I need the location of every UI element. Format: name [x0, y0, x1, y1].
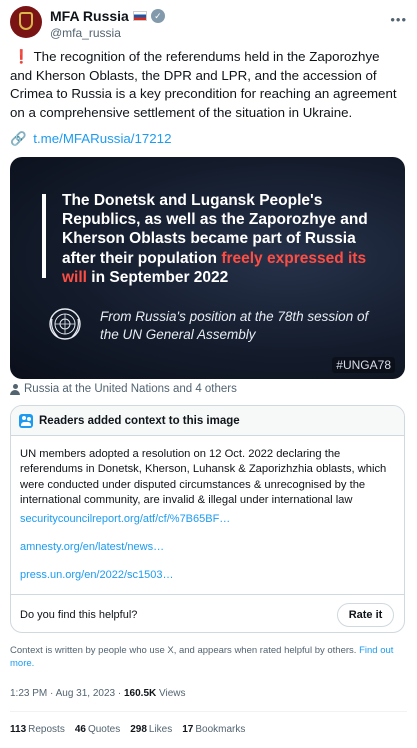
headline-end: in September 2022	[86, 268, 229, 286]
meta-separator: ·	[47, 688, 56, 699]
likes-stat[interactable]: 298 Likes	[130, 724, 172, 735]
helpful-question: Do you find this helpful?	[20, 609, 138, 621]
community-notes-icon	[19, 413, 33, 428]
divider	[10, 711, 407, 712]
tweet-header: MFA Russia ✓ @mfa_russia •••	[10, 6, 407, 42]
author-name-row: MFA Russia ✓	[50, 8, 165, 24]
author-name[interactable]: MFA Russia	[50, 8, 129, 24]
author-handle[interactable]: @mfa_russia	[50, 26, 121, 40]
tweet-meta-row: 1:23 PM · Aug 31, 2023 · 160.5K Views	[10, 688, 186, 699]
note-source-link[interactable]: securitycouncilreport.org/atf/cf/%7B65BF…	[20, 513, 230, 525]
context-disclaimer: Context is written by people who use X, …	[10, 644, 405, 670]
person-icon	[10, 383, 20, 395]
community-note-header: Readers added context to this image	[11, 406, 404, 436]
views-label: Views	[159, 688, 186, 699]
tweet-date[interactable]: Aug 31, 2023	[56, 688, 116, 699]
context-disclaimer-text: Context is written by people who use X, …	[10, 645, 357, 656]
un-emblem-icon	[49, 308, 81, 340]
link-icon: 🔗	[10, 131, 27, 146]
image-headline: The Donetsk and Lugansk People's Republi…	[62, 191, 382, 287]
tweet-link-row: 🔗 t.me/MFARussia/17212	[10, 131, 171, 147]
community-note: Readers added context to this image UN m…	[10, 405, 405, 633]
note-source-link[interactable]: amnesty.org/en/latest/news…	[20, 541, 164, 553]
community-note-title: Readers added context to this image	[39, 414, 240, 427]
views-count: 160.5K	[123, 688, 157, 699]
tweet-text: ❗ The recognition of the referendums held…	[10, 48, 405, 122]
community-note-body: UN members adopted a resolution on 12 Oc…	[20, 448, 387, 507]
bookmarks-stat[interactable]: 17 Bookmarks	[182, 724, 245, 735]
reposts-stat[interactable]: 113 Reposts	[10, 724, 65, 735]
verified-badge-icon[interactable]: ✓	[150, 9, 165, 23]
rate-it-button[interactable]: Rate it	[337, 603, 394, 627]
divider	[11, 594, 404, 595]
tagged-users-row[interactable]: Russia at the United Nations and 4 other…	[10, 383, 237, 395]
image-quote: From Russia's position at the 78th sessi…	[100, 309, 369, 342]
tagged-users-text: Russia at the United Nations and 4 other…	[24, 383, 237, 395]
tweet-body: The recognition of the referendums held …	[10, 49, 397, 120]
coat-of-arms-icon	[19, 12, 33, 30]
quotes-stat[interactable]: 46 Quotes	[75, 724, 120, 735]
engagement-stats: 113 Reposts 46 Quotes 298 Likes 17 Bookmarks	[10, 724, 245, 735]
more-options-icon[interactable]: •••	[390, 12, 407, 27]
russia-flag-icon	[132, 11, 147, 21]
headline-accent-bar	[42, 194, 46, 278]
tweet-link[interactable]: t.me/MFARussia/17212	[33, 131, 171, 146]
image-hashtag: #UNGA78	[332, 357, 395, 373]
exclamation-icon: ❗	[13, 49, 30, 64]
note-source-link[interactable]: press.un.org/en/2022/sc1503…	[20, 569, 174, 581]
tweet-image[interactable]: The Donetsk and Lugansk People's Republi…	[10, 157, 405, 379]
avatar[interactable]	[10, 6, 42, 38]
tweet-time[interactable]: 1:23 PM	[10, 688, 47, 699]
